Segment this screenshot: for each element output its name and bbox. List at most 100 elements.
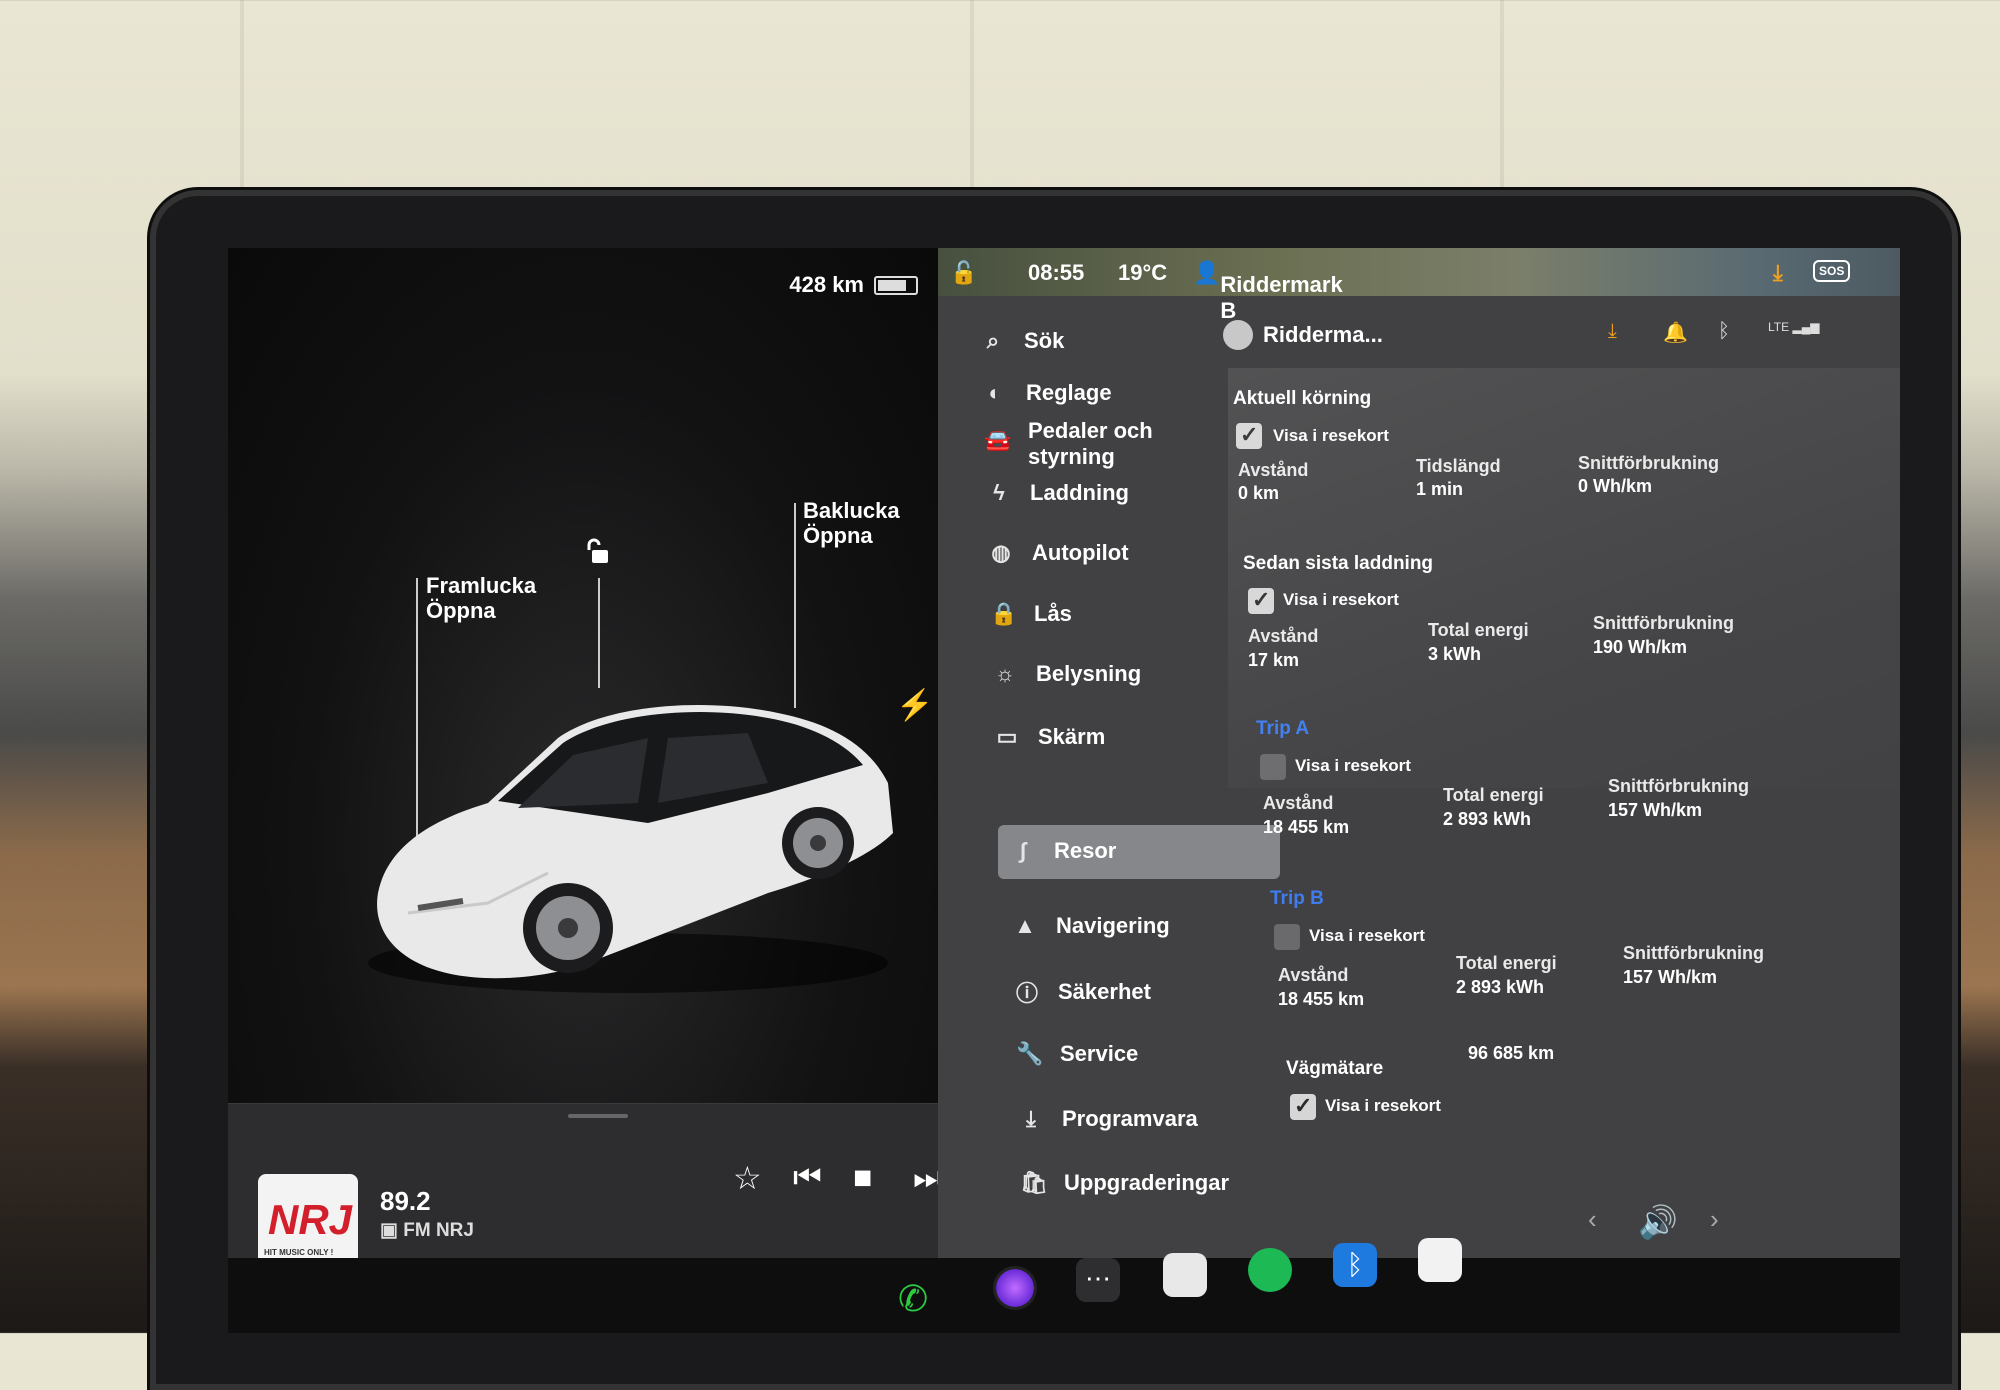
phone-icon[interactable]: ✆	[898, 1278, 942, 1322]
avg-consumption-value: 0 Wh/km	[1578, 476, 1653, 496]
total-energy-value: 3 kWh	[1428, 644, 1482, 664]
calendar-icon[interactable]	[1418, 1238, 1462, 1282]
sidebar-item-laddning[interactable]: ϟ Laddning	[986, 480, 1129, 506]
search-icon: ⌕	[986, 328, 1000, 353]
sidebar-item-label: Uppgraderingar	[1064, 1170, 1230, 1195]
display-icon: ▭	[996, 724, 1018, 749]
current-drive-show-checkbox[interactable]	[1236, 422, 1262, 449]
sidebar-item-pedaler[interactable]: 🚘 Pedaler och styrning	[984, 418, 1168, 470]
driver-profile[interactable]: 👤 Riddermark B	[1193, 260, 1343, 323]
sidebar-item-label: Pedaler och styrning	[1028, 418, 1153, 469]
battery-range: 428 km	[789, 272, 918, 298]
sidebar-item-label: Resor	[1054, 838, 1117, 863]
checkbox-label: Visa i resekort	[1273, 426, 1389, 445]
section-title-odometer: Vägmätare	[1286, 1058, 1384, 1079]
sidebar-item-belysning[interactable]: ☼ Belysning	[992, 661, 1141, 687]
volume-down-chevron-icon[interactable]: ‹	[1588, 1204, 1597, 1235]
distance-label: Avstånd	[1263, 793, 1334, 813]
user-profile-button[interactable]: Ridderma...	[1223, 320, 1383, 350]
sidebar-item-navigering[interactable]: ▲ Navigering	[1012, 913, 1170, 939]
radio-station-name: ▣ FM NRJ	[380, 1220, 474, 1241]
lte-label: LTE	[1768, 320, 1790, 334]
sos-button[interactable]: SOS	[1813, 260, 1851, 282]
checkbox-label: Visa i resekort	[1295, 756, 1411, 775]
radio-frequency: 89.2	[380, 1186, 431, 1216]
more-apps-icon[interactable]: ⋯	[1076, 1258, 1120, 1302]
radio-station-text: FM NRJ	[403, 1220, 474, 1241]
wrench-icon: 🔧	[1016, 1041, 1044, 1066]
volume-up-chevron-icon[interactable]: ›	[1710, 1204, 1719, 1235]
front-trunk-action: Öppna	[426, 598, 496, 624]
search-label: Sök	[1024, 328, 1065, 353]
front-trunk-open-button[interactable]: Framlucka Öppna	[426, 573, 536, 624]
sidebar-item-sakerhet[interactable]: ⓘ Säkerhet	[1014, 976, 1151, 1008]
toggle-icon: ◐	[988, 380, 1002, 405]
bell-icon[interactable]: 🔔	[1663, 320, 1688, 345]
app-dock	[228, 1258, 1900, 1333]
since-charge-show-checkbox[interactable]	[1248, 587, 1274, 614]
odometer-show-checkbox[interactable]	[1290, 1093, 1316, 1120]
user-name: Ridderma...	[1263, 322, 1383, 347]
total-energy-value: 2 893 kWh	[1456, 977, 1545, 997]
odometer-value: 96 685 km	[1468, 1043, 1555, 1063]
car-model-image[interactable]	[348, 643, 908, 1003]
rear-trunk-action: Öppna	[803, 523, 873, 549]
search-button[interactable]: ⌕ Sök	[980, 328, 1065, 354]
bolt-icon: ϟ	[993, 480, 1005, 505]
duration-label: Tidslängd	[1416, 456, 1501, 476]
download-icon[interactable]: ⤓	[1608, 320, 1617, 343]
battery-icon	[874, 275, 918, 295]
camera-app-icon[interactable]	[993, 1266, 1037, 1310]
distance-label: Avstånd	[1238, 460, 1309, 480]
sidebar-item-uppgraderingar[interactable]: 🛍 Uppgraderingar	[1020, 1170, 1229, 1196]
driver-profile-name: Riddermark B	[1220, 272, 1343, 323]
steering-wheel-icon: ◍	[991, 540, 1011, 565]
sidebar-item-reglage[interactable]: ◐ Reglage	[982, 380, 1112, 406]
media-drawer-handle[interactable]	[568, 1114, 628, 1118]
download-icon[interactable]: ⤓	[1773, 260, 1783, 286]
clock: 08:55	[1028, 260, 1085, 285]
sidebar-item-service[interactable]: 🔧 Service	[1016, 1041, 1138, 1067]
rear-trunk-open-button[interactable]: Baklucka Öppna	[803, 498, 900, 549]
avg-consumption-value: 157 Wh/km	[1623, 967, 1718, 987]
volume-icon[interactable]: 🔊	[1638, 1203, 1678, 1241]
favorite-star-icon[interactable]: ☆	[733, 1159, 762, 1197]
sidebar-item-label: Navigering	[1056, 913, 1170, 938]
car-icon: 🚘	[984, 428, 1012, 453]
download-icon: ⤓	[1026, 1106, 1036, 1131]
bluetooth-icon[interactable]: ᛒ	[1718, 320, 1730, 343]
navigation-arrow-icon: ▲	[1014, 913, 1036, 938]
lock-status-icon[interactable]: 🔓	[950, 260, 977, 286]
checkbox-label: Visa i resekort	[1325, 1096, 1441, 1115]
sidebar-item-programvara[interactable]: ⤓ Programvara	[1018, 1106, 1198, 1132]
sidebar-item-las[interactable]: 🔒 Lås	[990, 601, 1072, 627]
previous-track-icon[interactable]: ⏮	[793, 1159, 822, 1197]
spotify-icon[interactable]	[1248, 1248, 1292, 1292]
signal-icon: LTE ▂▄▆	[1768, 320, 1820, 334]
bluetooth-app-icon[interactable]: ᛒ	[1333, 1243, 1377, 1287]
avg-consumption-value: 190 Wh/km	[1593, 637, 1688, 657]
station-logo-tagline: HIT MUSIC ONLY !	[264, 1248, 334, 1257]
status-bar: 🔓 08:55 19°C 👤 Riddermark B ⤓ SOS	[938, 248, 1900, 323]
outside-temperature: 19°C	[1118, 260, 1168, 285]
distance-value: 17 km	[1248, 650, 1300, 670]
avatar	[1223, 320, 1253, 350]
distance-value: 0 km	[1238, 483, 1280, 503]
sidebar-item-autopilot[interactable]: ◍ Autopilot	[988, 540, 1128, 566]
toybox-icon[interactable]	[1163, 1253, 1207, 1297]
avg-consumption-label: Snittförbrukning	[1608, 776, 1749, 796]
unlocked-icon[interactable]	[586, 538, 614, 566]
stop-icon[interactable]: ■	[853, 1159, 872, 1196]
duration-value: 1 min	[1416, 479, 1464, 499]
sidebar-item-label: Reglage	[1026, 380, 1112, 405]
station-logo-text: NRJ	[268, 1196, 353, 1243]
section-title-trip-a: Trip A	[1256, 718, 1310, 739]
sidebar-item-label: Skärm	[1038, 724, 1106, 749]
sidebar-item-resor[interactable]: ∫ Resor	[1010, 838, 1116, 864]
sun-icon: ☼	[994, 661, 1016, 686]
alert-circle-icon: ⓘ	[1015, 981, 1038, 1006]
trip-b-show-checkbox[interactable]	[1274, 924, 1300, 950]
avg-consumption-label: Snittförbrukning	[1578, 453, 1719, 473]
sidebar-item-skarm[interactable]: ▭ Skärm	[994, 724, 1106, 750]
trip-a-show-checkbox[interactable]	[1260, 754, 1286, 780]
